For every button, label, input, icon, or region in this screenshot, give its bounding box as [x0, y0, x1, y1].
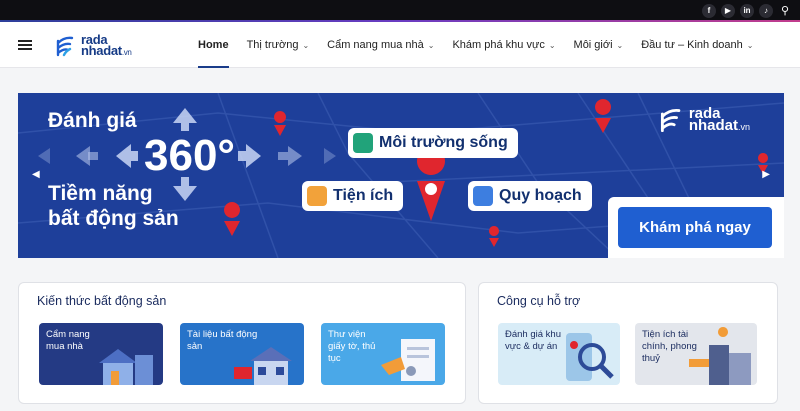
cta-wrapper: Khám phá ngay [608, 197, 784, 258]
chip-tien-ich: Tiện ích [302, 181, 404, 211]
site-logo[interactable]: rada nhadat.vn [56, 32, 132, 60]
youtube-icon[interactable]: ▶ [721, 4, 735, 18]
nav-item-dau-tu[interactable]: Đầu tư – Kinh doanh ⌄ [641, 22, 753, 68]
top-bar: f ▶ in ♪ ⚲ [0, 0, 800, 22]
search-icon[interactable]: ⚲ [778, 4, 792, 18]
banner-logo-line2: nhadat [688, 116, 738, 134]
main-nav: rada nhadat.vn Home Thị trường ⌄ Cẩm nang… [0, 22, 800, 68]
nav-item-moi-gioi[interactable]: Môi giới ⌄ [574, 22, 624, 68]
nav-item-cam-nang[interactable]: Cẩm nang mua nhà ⌄ [327, 22, 434, 68]
nav-item-kham-pha[interactable]: Khám phá khu vực ⌄ [452, 22, 555, 68]
banner-title-line1: Đánh giá [48, 109, 137, 132]
knowledge-section: Kiến thức bất động sản Cẩm nang mua nhà … [18, 282, 466, 404]
logo-line2: nhadat [81, 43, 122, 58]
tile-tien-ich[interactable]: Tiện ích tài chính, phong thuỷ [635, 323, 757, 385]
carousel-prev-icon[interactable]: ◀ [32, 169, 40, 180]
amenity-icon [307, 186, 327, 206]
chip-moi-truong-song: Môi trường sống [348, 128, 518, 158]
chevron-down-icon: ⌄ [302, 40, 310, 50]
nav-item-thi-truong[interactable]: Thị trường ⌄ [247, 22, 310, 68]
house-illustration [99, 349, 153, 385]
tile-cam-nang[interactable]: Cẩm nang mua nhà [39, 323, 163, 385]
leaf-icon [353, 133, 373, 153]
logo-mark-icon [56, 36, 74, 57]
banner-360-label: 360° [144, 131, 236, 180]
phone-search-illustration [566, 333, 614, 381]
explore-now-button[interactable]: Khám phá ngay [618, 207, 772, 248]
nav-menu: Home Thị trường ⌄ Cẩm nang mua nhà ⌄ Khám … [198, 22, 753, 68]
house-sale-illustration [234, 347, 292, 385]
social-links: f ▶ in ♪ ⚲ [702, 4, 792, 18]
carousel-next-icon[interactable]: ▶ [762, 169, 770, 180]
chevron-down-icon: ⌄ [427, 40, 435, 50]
tiktok-icon[interactable]: ♪ [759, 4, 773, 18]
chip-quy-hoach: Quy hoạch [468, 181, 592, 211]
banner-title-line3: bất động sản [48, 207, 179, 230]
contract-key-illustration [381, 339, 435, 381]
tile-tai-lieu[interactable]: Tài liệu bất động sản [180, 323, 304, 385]
banner-title-line2: Tiềm năng [48, 182, 153, 205]
buildings-illustration [689, 327, 751, 385]
chevron-down-icon: ⌄ [616, 40, 624, 50]
banner-logo: rada nhadat.vn [660, 106, 750, 134]
facebook-icon[interactable]: f [702, 4, 716, 18]
chevron-down-icon: ⌄ [746, 40, 754, 50]
linkedin-icon[interactable]: in [740, 4, 754, 18]
building-icon [473, 186, 493, 206]
tools-section: Công cụ hỗ trợ Đánh giá khu vực & dự án … [478, 282, 778, 404]
banner-title-lines: Tiềm năng bất động sản [48, 181, 179, 231]
logo-mark-icon [660, 108, 681, 133]
banner-logo-suffix: .vn [737, 121, 750, 132]
tile-danh-gia[interactable]: Đánh giá khu vực & dự án [498, 323, 620, 385]
tile-thu-vien[interactable]: Thư viện giấy tờ, thủ tục [321, 323, 445, 385]
logo-suffix: .vn [121, 48, 132, 57]
chevron-down-icon: ⌄ [548, 40, 556, 50]
section-title: Kiến thức bất động sản [37, 294, 167, 308]
hamburger-menu-icon[interactable] [18, 40, 32, 50]
section-title: Công cụ hỗ trợ [497, 294, 581, 308]
hero-banner[interactable]: Đánh giá 360° Tiềm năng bất động sản Môi… [18, 93, 784, 258]
nav-item-home[interactable]: Home [198, 22, 229, 68]
